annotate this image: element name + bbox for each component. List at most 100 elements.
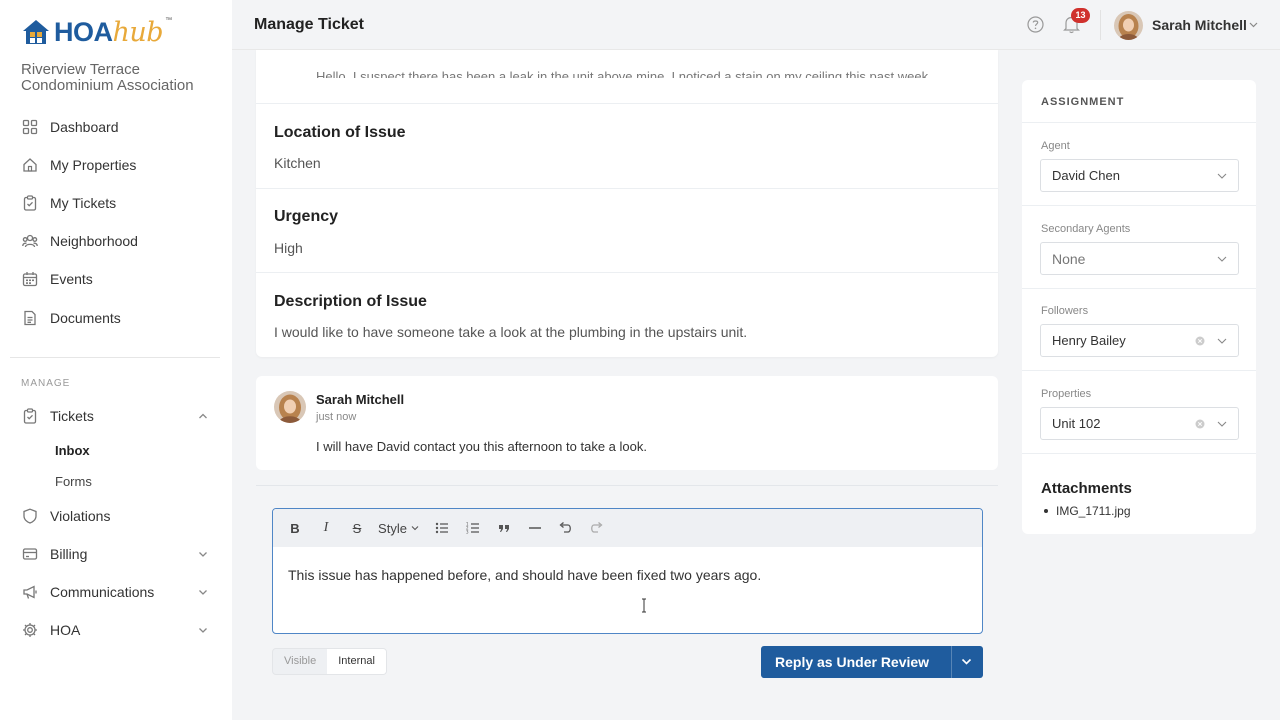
nav-sub-forms[interactable]: Forms: [55, 474, 92, 489]
card-divider: [256, 188, 998, 189]
bullet-list-icon[interactable]: [435, 519, 449, 537]
nav-label: Tickets: [50, 408, 94, 424]
help-icon[interactable]: [1027, 16, 1044, 33]
clear-icon[interactable]: [1195, 419, 1205, 429]
agent-value: David Chen: [1052, 168, 1120, 183]
nav-label: Violations: [50, 508, 111, 524]
nav-my-properties[interactable]: My Properties: [0, 149, 232, 181]
nav-billing[interactable]: Billing: [0, 538, 232, 570]
attachment-item[interactable]: IMG_1711.jpg: [1041, 504, 1131, 518]
secondary-agents-label: Secondary Agents: [1041, 223, 1131, 235]
field-value-description: I would like to have someone take a look…: [274, 324, 748, 340]
nav-documents[interactable]: Documents: [0, 302, 232, 334]
panel-divider: [1022, 288, 1256, 289]
strikethrough-button[interactable]: S: [349, 519, 365, 537]
document-icon: [24, 310, 36, 326]
section-divider: [256, 485, 998, 486]
nav-my-tickets[interactable]: My Tickets: [0, 187, 232, 219]
house-logo-icon: [23, 20, 49, 44]
style-dropdown[interactable]: Style: [377, 519, 421, 537]
megaphone-icon: [23, 585, 37, 599]
nav-label: Communications: [50, 584, 155, 600]
field-label-urgency: Urgency: [274, 208, 339, 225]
comment-card: Sarah Mitchell just now I will have Davi…: [256, 376, 998, 470]
nav-hoa[interactable]: HOA: [0, 614, 232, 646]
agent-select[interactable]: David Chen: [1040, 159, 1239, 192]
billing-icon: [22, 548, 38, 560]
dashboard-icon: [22, 119, 38, 135]
nav-violations[interactable]: Violations: [0, 500, 232, 532]
bold-button[interactable]: B: [288, 519, 302, 537]
calendar-icon: [22, 272, 38, 287]
followers-select[interactable]: Henry Bailey: [1040, 324, 1239, 357]
redo-icon[interactable]: [589, 519, 604, 537]
secondary-agents-value: None: [1052, 251, 1086, 267]
numbered-list-icon[interactable]: 123: [466, 519, 480, 537]
blockquote-icon[interactable]: [498, 519, 510, 537]
chevron-down-icon[interactable]: [960, 655, 973, 668]
bullet-icon: [1044, 509, 1048, 513]
chevron-down-icon: [199, 552, 207, 557]
panel-divider: [1022, 205, 1256, 206]
panel-divider: [1022, 370, 1256, 371]
visible-option[interactable]: Visible: [273, 649, 327, 674]
initial-message-text: Hello, I suspect there has been a leak i…: [316, 69, 932, 84]
comment-author: Sarah Mitchell: [316, 392, 405, 407]
chevron-down-icon: [1217, 338, 1227, 344]
undo-icon[interactable]: [558, 519, 573, 537]
nav-label: Billing: [50, 546, 88, 562]
reply-button-label: Reply as Under Review: [775, 654, 930, 670]
chevron-down-icon: [1217, 173, 1227, 179]
reply-button[interactable]: Reply as Under Review: [761, 646, 983, 678]
comment-timestamp: just now: [316, 411, 357, 423]
nav-dashboard[interactable]: Dashboard: [0, 111, 232, 143]
svg-text:3: 3: [466, 530, 469, 535]
properties-value: Unit 102: [1052, 416, 1101, 431]
sidebar: HOAhub ™ Riverview Terrace Condominium A…: [0, 0, 232, 720]
editor-toolbar: B I S Style 123: [273, 509, 982, 547]
user-name[interactable]: Sarah Mitchell: [1152, 17, 1247, 33]
nav-label: HOA: [50, 622, 81, 638]
properties-select[interactable]: Unit 102: [1040, 407, 1239, 440]
home-icon: [23, 158, 37, 172]
followers-value: Henry Bailey: [1052, 333, 1126, 348]
notification-badge: 13: [1071, 8, 1090, 23]
nav-events[interactable]: Events: [0, 263, 232, 295]
horizontal-rule-icon[interactable]: [528, 519, 542, 537]
internal-option[interactable]: Internal: [327, 649, 386, 674]
header-separator: [1100, 10, 1101, 40]
chevron-down-icon[interactable]: [1248, 19, 1259, 30]
secondary-agents-select[interactable]: None: [1040, 242, 1239, 275]
nav-tickets[interactable]: Tickets: [0, 400, 232, 432]
nav-neighborhood[interactable]: Neighborhood: [0, 225, 232, 257]
association-name: Riverview Terrace Condominium Associatio…: [21, 61, 194, 94]
hoahub-logo[interactable]: HOAhub ™: [22, 16, 173, 46]
panel-divider: [1022, 453, 1256, 454]
trademark-symbol: ™: [165, 16, 173, 24]
clipboard-icon: [23, 408, 37, 424]
field-value-urgency: High: [274, 240, 303, 256]
gear-icon: [23, 623, 37, 637]
card-divider: [256, 272, 998, 273]
chevron-down-icon: [199, 590, 207, 595]
editor-content[interactable]: This issue has happened before, and shou…: [288, 567, 761, 583]
chevron-down-icon: [1217, 256, 1227, 262]
comment-avatar: [274, 391, 306, 423]
text-cursor-icon: [642, 598, 646, 613]
field-value-location: Kitchen: [274, 155, 321, 171]
nav-label: Neighborhood: [50, 233, 138, 249]
attachments-title: Attachments: [1041, 480, 1132, 497]
nav-label: Dashboard: [50, 119, 119, 135]
visibility-toggle[interactable]: Visible Internal: [272, 648, 387, 675]
top-header: Manage Ticket 13 Sarah Mitchell: [232, 0, 1280, 50]
clear-icon[interactable]: [1195, 336, 1205, 346]
nav-label: My Properties: [50, 157, 137, 173]
style-label: Style: [378, 520, 407, 536]
reply-editor[interactable]: B I S Style 123 This issue has happened …: [272, 508, 983, 634]
nav-sub-inbox[interactable]: Inbox: [55, 443, 90, 458]
user-avatar[interactable]: [1114, 11, 1143, 40]
italic-button[interactable]: I: [319, 519, 333, 537]
nav-communications[interactable]: Communications: [0, 576, 232, 608]
clipboard-icon: [23, 195, 37, 211]
chevron-down-icon: [411, 526, 419, 531]
